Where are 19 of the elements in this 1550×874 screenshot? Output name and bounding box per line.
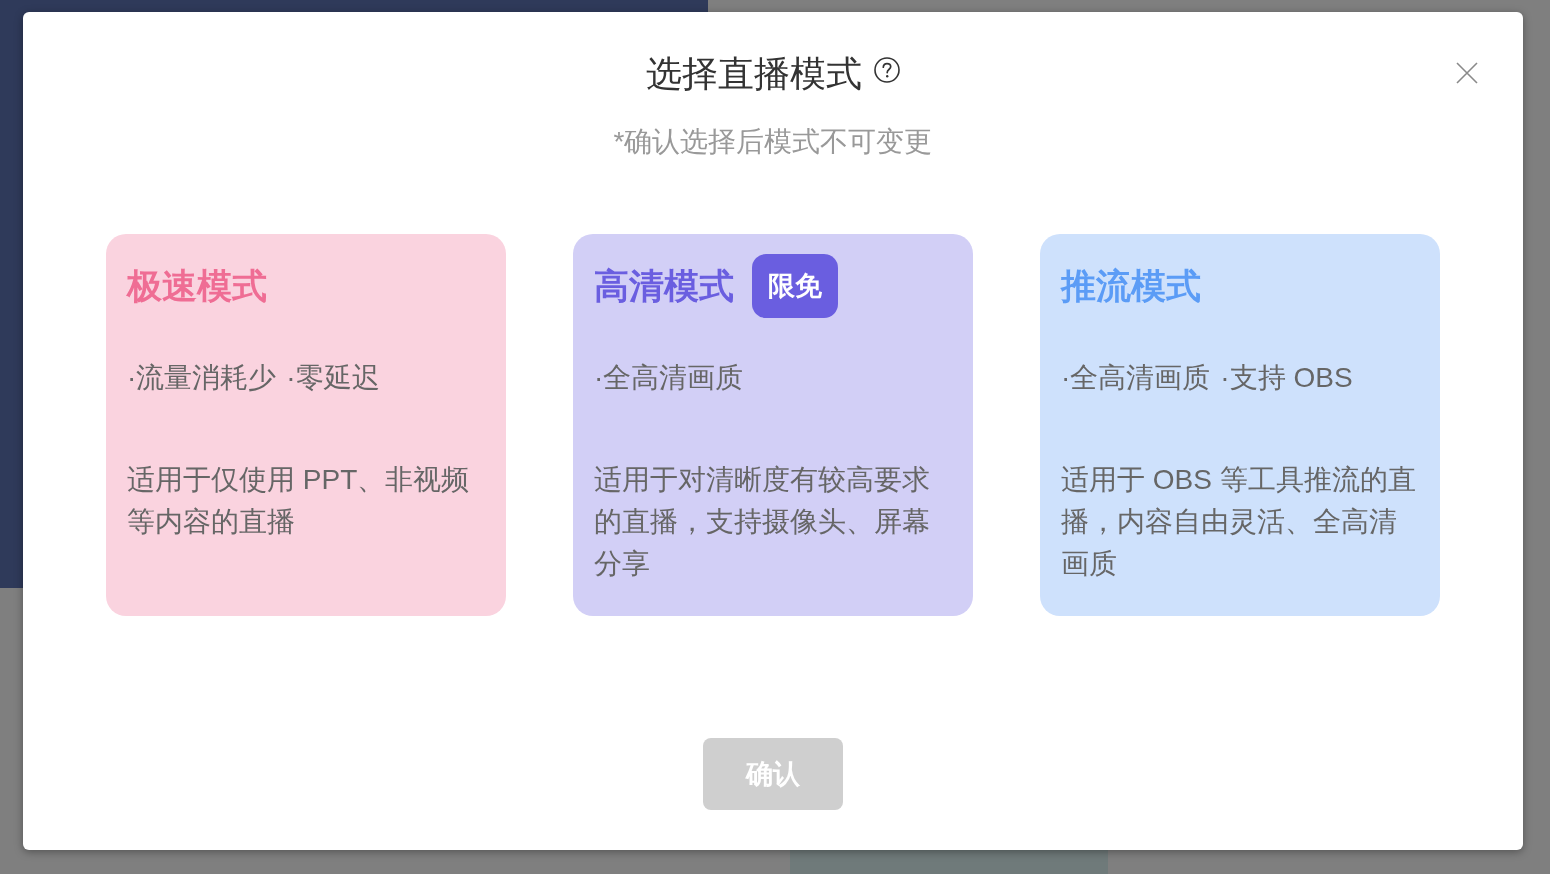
mode-card[interactable]: 高清模式 限免 ·全高清画质 适用于对清晰度有较高要求的直播，支持摄像头、屏幕分享 [573,234,973,616]
feature-text: ·零延迟 [286,361,380,395]
close-icon[interactable] [1456,62,1478,84]
help-icon[interactable] [874,57,900,83]
feature-text: ·全高清画质 [1061,361,1211,395]
dialog-subtitle: *确认选择后模式不可变更 [613,125,933,159]
feature-text: ·流量消耗少 [127,361,277,395]
mode-title: 高清模式 [594,265,734,307]
mode-description: 适用于仅使用 PPT、非视频等内容的直播 [127,463,471,539]
mode-title: 极速模式 [127,265,267,307]
mode-description: 适用于 OBS 等工具推流的直播，内容自由灵活、全高清画质 [1061,463,1417,581]
mode-card[interactable]: 极速模式 ·流量消耗少 ·零延迟 适用于仅使用 PPT、非视频等内容的直播 [106,234,506,616]
feature-text: ·全高清画质 [594,361,744,395]
mode-card[interactable]: 推流模式 ·全高清画质 ·支持 OBS 适用于 OBS 等工具推流的直播，内容自由灵活、全高清画质 [1040,234,1440,616]
dialog-title: 选择直播模式 [646,52,862,96]
feature-text: ·支持 OBS [1220,361,1353,395]
free-badge: 限免 [752,254,838,318]
mode-title: 推流模式 [1061,265,1201,307]
mode-description: 适用于对清晰度有较高要求的直播，支持摄像头、屏幕分享 [594,463,931,581]
